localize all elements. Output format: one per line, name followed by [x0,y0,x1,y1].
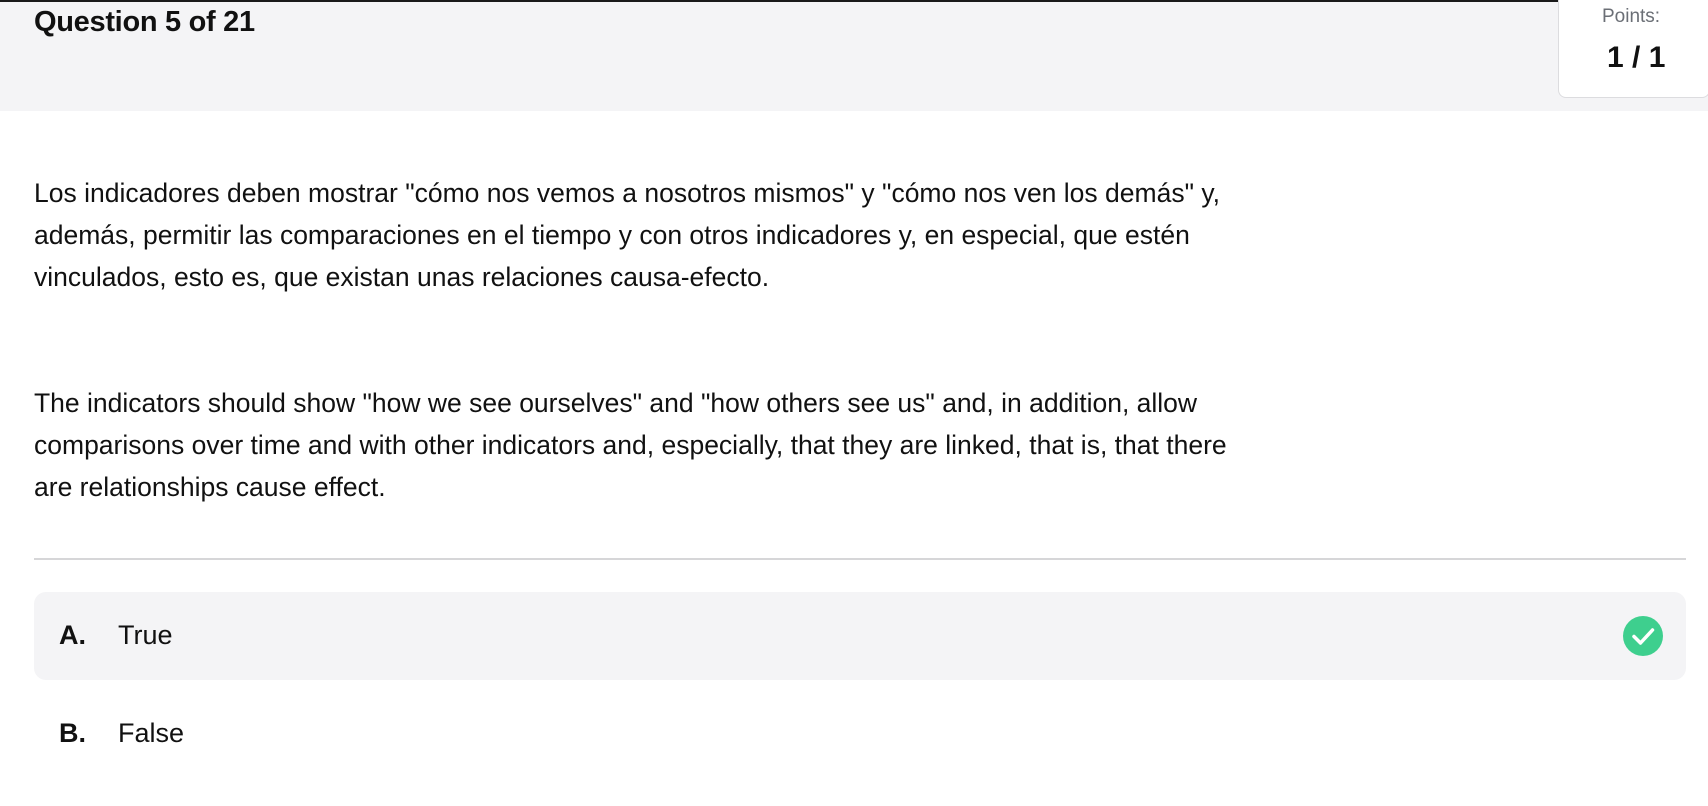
answer-option-a[interactable]: A. True [34,592,1686,680]
question-header: Question 5 of 21 Points: 1 / 1 [0,0,1708,111]
option-label: True [118,620,173,650]
question-paragraph-english: The indicators should show "how we see o… [34,388,1227,502]
answer-option-b[interactable]: B. False [34,690,1686,778]
question-paragraph-spanish: Los indicadores deben mostrar "cómo nos … [34,178,1220,292]
option-letter: A. [59,620,86,650]
check-circle-icon [1623,616,1663,656]
question-counter: Question 5 of 21 [34,6,255,38]
option-label: False [118,718,185,748]
option-letter: B. [59,718,86,748]
points-value: 1 / 1 [1607,41,1666,74]
points-card: Points: 1 / 1 [1558,0,1708,98]
quiz-page: Question 5 of 21 Points: 1 / 1 Los indic… [0,0,1708,806]
question-text: Los indicadores deben mostrar "cómo nos … [34,172,1244,508]
divider [34,558,1686,560]
points-label: Points: [1602,6,1661,27]
